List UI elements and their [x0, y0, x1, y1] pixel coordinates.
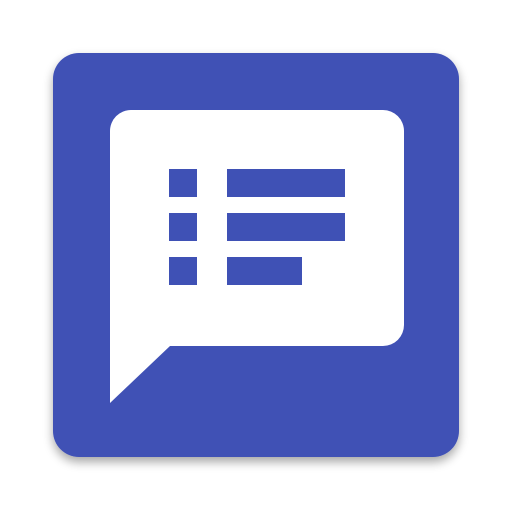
canvas [0, 0, 512, 512]
list-bullet [169, 257, 197, 285]
list-line [227, 257, 302, 285]
list-bullet [169, 169, 197, 197]
list-line [227, 213, 345, 241]
list-bullet [169, 213, 197, 241]
chat-list-icon[interactable] [0, 0, 512, 512]
list-line [227, 169, 345, 197]
